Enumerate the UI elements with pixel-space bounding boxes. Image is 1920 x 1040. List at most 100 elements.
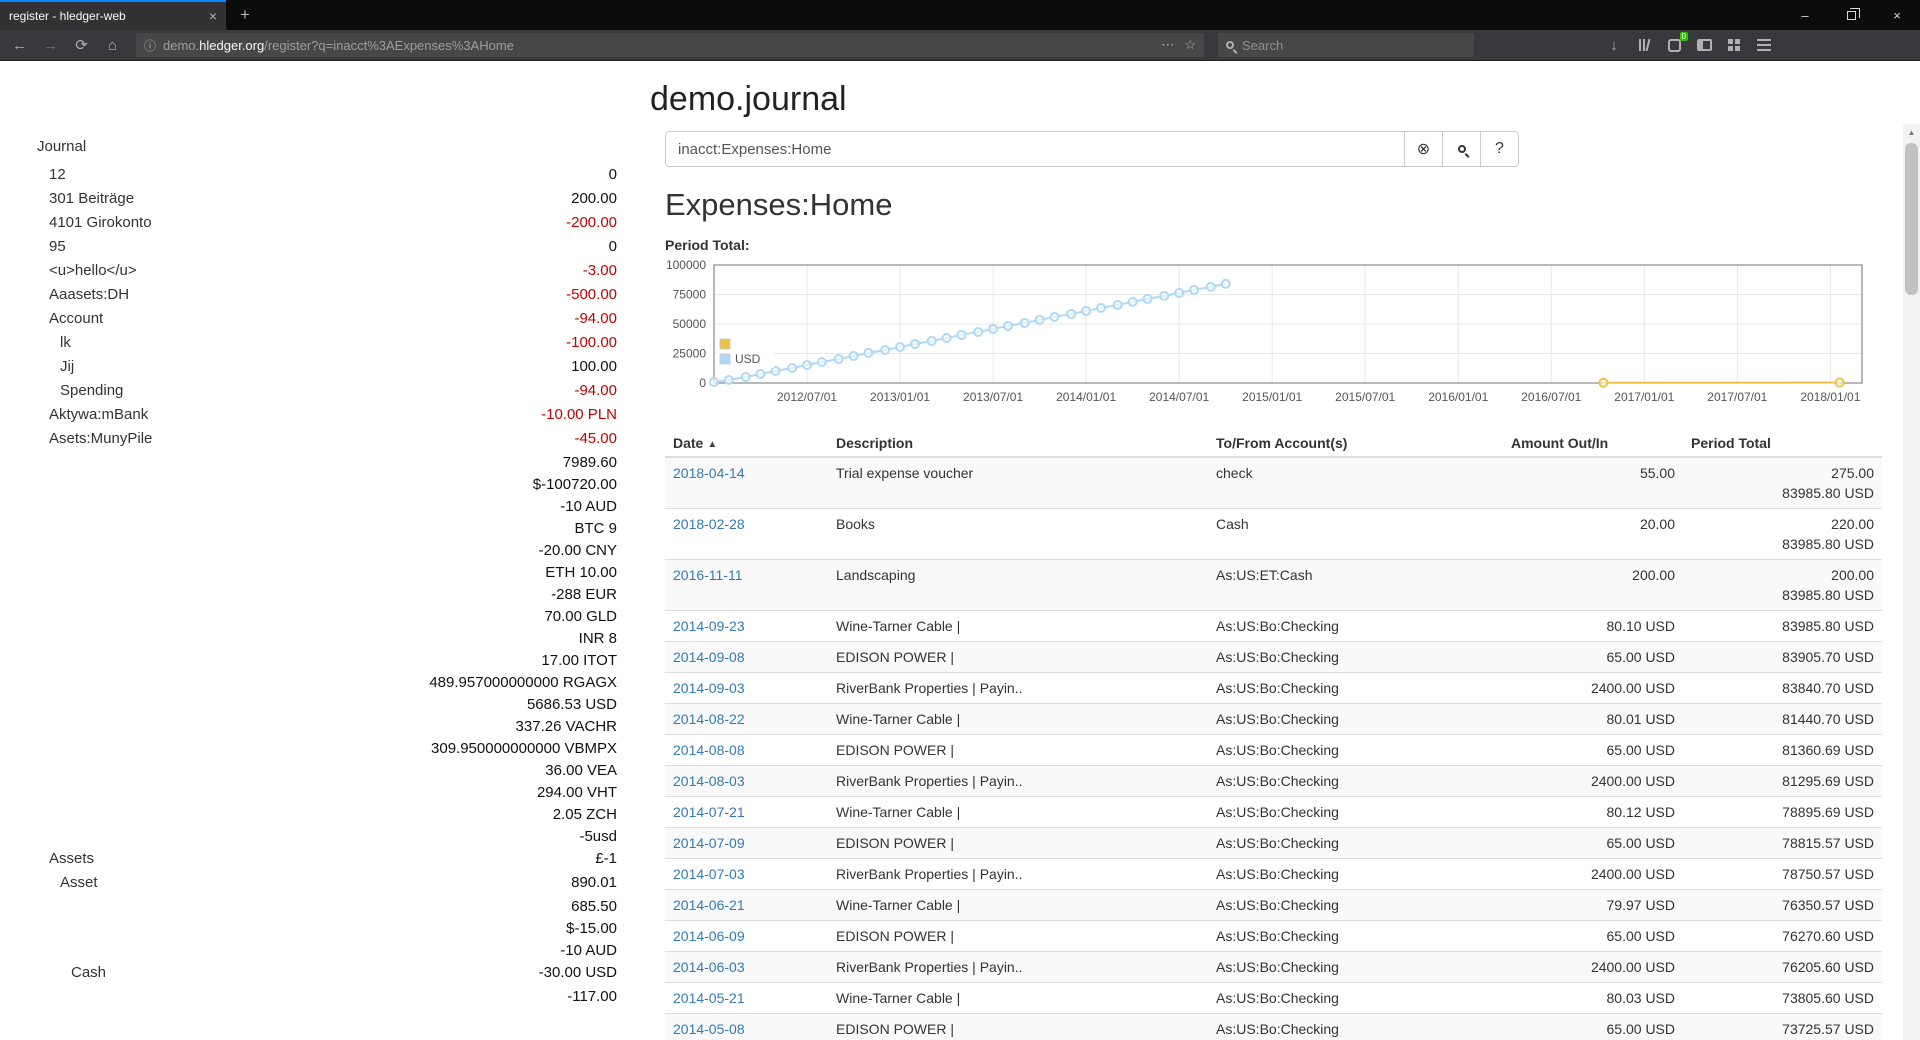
- x-tick-label: 2012/07/01: [777, 390, 837, 404]
- y-tick-label: 75000: [673, 288, 707, 302]
- page-actions-icon[interactable]: ⋯: [1161, 37, 1174, 53]
- extension-button[interactable]: 0: [1659, 30, 1689, 60]
- forward-button[interactable]: →: [35, 37, 66, 54]
- transaction-date-link[interactable]: 2018-04-14: [673, 465, 745, 481]
- help-button[interactable]: ?: [1480, 131, 1519, 167]
- sidebar-account-link[interactable]: 301 Beiträge: [49, 188, 134, 210]
- data-point: [911, 340, 919, 348]
- sidebar-account-link[interactable]: 12: [49, 164, 66, 186]
- balance-amount: INR 8: [429, 628, 617, 650]
- minimize-button[interactable]: –: [1782, 0, 1828, 30]
- sidebar-account-balance: 890.01: [571, 872, 617, 894]
- transaction-date-link[interactable]: 2014-09-23: [673, 618, 745, 634]
- transaction-date-link[interactable]: 2014-06-03: [673, 959, 745, 975]
- y-tick-label: 100000: [666, 258, 706, 272]
- restore-button[interactable]: [1828, 0, 1874, 30]
- sidebar-account-row: Aaasets:DH-500.00: [37, 284, 617, 306]
- sidebar-account-link[interactable]: 4101 Girokonto: [49, 212, 152, 234]
- sidebar-account-link[interactable]: <u>hello</u>: [49, 260, 137, 282]
- navigation-toolbar: ← → ⟳ ⌂ ⓘ demo.hledger.org/register?q=in…: [0, 30, 1920, 61]
- column-header-date[interactable]: Date▲: [665, 430, 828, 457]
- submit-search-button[interactable]: [1442, 131, 1481, 167]
- sidebar-account-link[interactable]: 95: [49, 236, 66, 258]
- balance-amount: -30.00 USD: [539, 962, 617, 984]
- sidebar-account-link[interactable]: Aktywa:mBank: [49, 404, 148, 426]
- date-cell: 2014-06-03: [665, 952, 828, 983]
- date-cell: 2014-05-08: [665, 1014, 828, 1040]
- search-icon: [1226, 41, 1234, 49]
- sidebar-account-link[interactable]: Asset: [60, 872, 98, 894]
- transaction-date-link[interactable]: 2014-05-21: [673, 990, 745, 1006]
- page-scrollbar[interactable]: ▲ ▼: [1903, 124, 1920, 1040]
- sidebar-account-link[interactable]: lk: [60, 332, 71, 354]
- transaction-date-link[interactable]: 2016-11-11: [673, 567, 743, 583]
- menu-button[interactable]: [1749, 30, 1779, 60]
- browser-search-field[interactable]: Search: [1218, 33, 1474, 57]
- transaction-date-link[interactable]: 2014-06-09: [673, 928, 745, 944]
- apps-grid-button[interactable]: [1719, 30, 1749, 60]
- account-cell: As:US:ET:Cash: [1208, 560, 1503, 611]
- legend-swatch: [720, 354, 730, 364]
- back-button[interactable]: ←: [4, 37, 35, 54]
- data-point: [803, 361, 811, 369]
- data-point: [1021, 319, 1029, 327]
- period-total-cell: 220.0083985.80 USD: [1683, 509, 1882, 560]
- amount-cell: 2400.00 USD: [1503, 673, 1683, 704]
- x-tick-label: 2014/01/01: [1056, 390, 1116, 404]
- account-cell: As:US:Bo:Checking: [1208, 642, 1503, 673]
- balance-amount: -10.00 PLN: [541, 404, 617, 426]
- transaction-date-link[interactable]: 2014-09-03: [673, 680, 745, 696]
- scrollbar-thumb[interactable]: [1905, 143, 1918, 295]
- search-query-input[interactable]: [665, 131, 1405, 167]
- balance-amount: £-1: [429, 848, 617, 870]
- site-info-icon[interactable]: ⓘ: [144, 37, 156, 54]
- y-tick-label: 25000: [673, 347, 707, 361]
- transaction-date-link[interactable]: 2014-06-21: [673, 897, 745, 913]
- sidebar-account-link[interactable]: Aaasets:DH: [49, 284, 129, 306]
- sidebar-account-row: Asset 890.01: [37, 872, 617, 894]
- date-cell: 2014-07-21: [665, 797, 828, 828]
- table-row: 2014-09-08EDISON POWER |As:US:Bo:Checkin…: [665, 642, 1882, 673]
- close-button[interactable]: ×: [1874, 0, 1920, 30]
- sort-asc-icon: ▲: [707, 439, 717, 450]
- new-tab-button[interactable]: +: [226, 0, 264, 30]
- transaction-date-link[interactable]: 2018-02-28: [673, 516, 745, 532]
- sidebar-account-link[interactable]: Account: [49, 308, 103, 330]
- data-point: [1082, 307, 1090, 315]
- transaction-date-link[interactable]: 2014-07-09: [673, 835, 745, 851]
- sidebar-account-balance: -117.00: [567, 986, 617, 1008]
- sidebar-account-row: Assets7989.60$-100720.00-10 AUDBTC 9-20.…: [37, 452, 617, 870]
- transaction-date-link[interactable]: 2014-09-08: [673, 649, 745, 665]
- transaction-date-link[interactable]: 2014-05-08: [673, 1021, 745, 1037]
- home-button[interactable]: ⌂: [97, 37, 128, 54]
- sidebar-account-link[interactable]: Jij: [60, 356, 74, 378]
- bookmark-star-icon[interactable]: ☆: [1184, 37, 1196, 53]
- download-button[interactable]: ↓: [1599, 30, 1629, 60]
- account-cell: As:US:Bo:Checking: [1208, 766, 1503, 797]
- sidebars-button[interactable]: [1689, 30, 1719, 60]
- register-table-body: 2018-04-14Trial expense vouchercheck55.0…: [665, 457, 1882, 1040]
- clear-query-button[interactable]: ⊗: [1404, 131, 1443, 167]
- url-bar[interactable]: ⓘ demo.hledger.org/register?q=inacct%3AE…: [136, 33, 1204, 57]
- data-point: [1036, 316, 1044, 324]
- column-header-account: To/From Account(s): [1208, 430, 1503, 457]
- scroll-up-arrow[interactable]: ▲: [1903, 124, 1920, 141]
- tab-close-icon[interactable]: ×: [209, 8, 217, 24]
- browser-tab[interactable]: register - hledger-web ×: [0, 0, 226, 30]
- transaction-date-link[interactable]: 2014-08-03: [673, 773, 745, 789]
- sidebar-account-link[interactable]: Asets:MunyPile: [49, 428, 152, 450]
- sidebar-account-link[interactable]: Assets: [49, 848, 94, 870]
- transaction-date-link[interactable]: 2014-07-03: [673, 866, 745, 882]
- transaction-date-link[interactable]: 2014-08-08: [673, 742, 745, 758]
- transaction-date-link[interactable]: 2014-08-22: [673, 711, 745, 727]
- reload-button[interactable]: ⟳: [66, 36, 97, 54]
- library-button[interactable]: [1629, 30, 1659, 60]
- sidebar-account-link[interactable]: Spending: [60, 380, 123, 402]
- journal-link[interactable]: Journal: [37, 134, 86, 160]
- transaction-date-link[interactable]: 2014-07-21: [673, 804, 745, 820]
- sidebar-account-row: Spending-94.00: [37, 380, 617, 402]
- page-title: demo.journal: [650, 80, 847, 119]
- description-cell: EDISON POWER |: [828, 735, 1208, 766]
- period-total-cell: 275.0083985.80 USD: [1683, 457, 1882, 509]
- sidebar-account-link[interactable]: Cash: [71, 962, 106, 984]
